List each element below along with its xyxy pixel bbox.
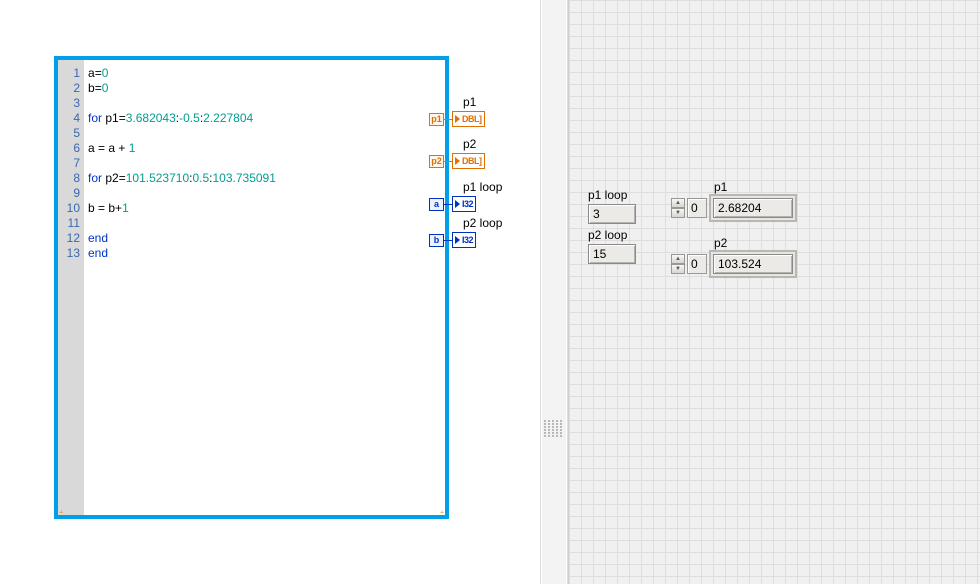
resize-handle-icon[interactable]: ⫠ [59,507,63,516]
front-panel-pane[interactable]: p1 loop 3 p2 loop 15 p1 ▲ ▼ 0 2.68204 p2… [568,0,980,584]
tunnel-p1[interactable]: p1 p1 DBL] [429,95,485,128]
increment-button[interactable]: ▲ [671,198,685,208]
wire [444,119,452,120]
output-terminal[interactable]: p2 [429,155,444,168]
indicator-label: p2 loop [588,228,627,242]
index-value[interactable]: 0 [687,254,707,274]
indicator-value: 15 [593,247,606,261]
tunnel-label: p2 [463,137,485,151]
wire [444,204,452,205]
increment-button[interactable]: ▲ [671,254,685,264]
code-area[interactable]: a=0b=0for p1=3.682043:-0.5:2.227804a = a… [84,60,445,515]
dbl-array-type-icon: DBL] [452,153,485,169]
indicator-label: p2 [714,236,727,250]
block-diagram-pane[interactable]: 12345678910111213 a=0b=0for p1=3.682043:… [0,0,540,584]
line-number-gutter: 12345678910111213 [58,60,84,515]
output-terminal[interactable]: p1 [429,113,444,126]
mathscript-node[interactable]: 12345678910111213 a=0b=0for p1=3.682043:… [54,56,449,519]
wire [444,161,452,162]
array-frame: 2.68204 [709,194,797,222]
tunnel-p2loop[interactable]: p2 loop b I32 [429,216,502,249]
indicator-value: 3 [593,207,600,221]
resize-handle-icon[interactable]: ⫠ [440,507,444,516]
index-spinner[interactable]: ▲ ▼ [671,254,685,274]
tunnel-label: p1 loop [463,180,502,194]
index-spinner[interactable]: ▲ ▼ [671,198,685,218]
pane-splitter[interactable] [540,0,568,584]
p1-array-indicator[interactable]: ▲ ▼ 0 2.68204 [671,194,797,222]
splitter-handle-icon[interactable] [544,420,564,442]
tunnel-label: p2 loop [463,216,502,230]
i32-type-icon: I32 [452,232,476,248]
i32-type-icon: I32 [452,196,476,212]
array-element[interactable]: 2.68204 [713,198,793,218]
indicator-label: p1 [714,180,727,194]
array-frame: 103.524 [709,250,797,278]
p2-loop-indicator[interactable]: 15 [588,244,636,264]
tunnel-p2[interactable]: p2 p2 DBL] [429,137,485,170]
p2-array-indicator[interactable]: ▲ ▼ 0 103.524 [671,250,797,278]
decrement-button[interactable]: ▼ [671,264,685,274]
dbl-array-type-icon: DBL] [452,111,485,127]
tunnel-label: p1 [463,95,485,109]
index-value[interactable]: 0 [687,198,707,218]
output-terminal[interactable]: b [429,234,444,247]
decrement-button[interactable]: ▼ [671,208,685,218]
output-terminal[interactable]: a [429,198,444,211]
indicator-label: p1 loop [588,188,627,202]
array-element[interactable]: 103.524 [713,254,793,274]
tunnel-p1loop[interactable]: p1 loop a I32 [429,180,502,213]
p1-loop-indicator[interactable]: 3 [588,204,636,224]
wire [444,240,452,241]
